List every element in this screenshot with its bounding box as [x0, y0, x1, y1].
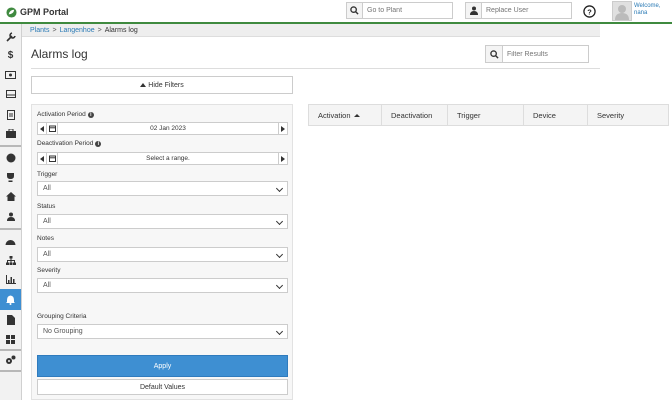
user-icon[interactable]	[0, 206, 21, 227]
cogs-icon[interactable]	[0, 349, 21, 370]
severity-label: Severity	[37, 267, 61, 274]
bell-icon[interactable]	[0, 289, 21, 310]
triangle-left-icon	[40, 155, 44, 162]
triangle-left-icon	[40, 125, 44, 132]
triangle-right-icon	[281, 155, 285, 162]
triangle-right-icon	[281, 125, 285, 132]
activation-period-label: Activation Period i	[37, 111, 94, 118]
user-icon[interactable]	[465, 2, 482, 19]
info-icon: i	[87, 111, 94, 118]
welcome-text: Welcome,	[634, 3, 661, 9]
help-icon[interactable]: ?	[583, 5, 596, 18]
page-title: Alarms log	[31, 47, 88, 61]
default-values-button[interactable]: Default Values	[37, 379, 288, 395]
breadcrumb-current: Alarms log	[104, 26, 138, 34]
plant-search-input[interactable]	[363, 2, 453, 19]
column-activation[interactable]: Activation	[309, 105, 382, 125]
document-icon[interactable]	[0, 309, 21, 330]
next-period-button[interactable]	[278, 152, 288, 165]
alarms-table-header: Activation Deactivation Trigger Device S…	[308, 104, 669, 126]
brand[interactable]: GPM Portal	[6, 5, 69, 19]
column-trigger[interactable]: Trigger	[448, 105, 524, 125]
tickets-icon[interactable]	[0, 64, 21, 85]
chevron-down-icon	[275, 184, 284, 193]
deactivation-period-picker: Select a range.	[37, 152, 288, 165]
user-menu[interactable]: Welcome, nana	[612, 1, 661, 21]
filters-panel: Activation Period i 02 Jan 2023 Deactivat…	[31, 104, 293, 400]
globe-icon[interactable]	[0, 147, 21, 168]
top-bar: GPM Portal ? Welcome, nana	[0, 0, 672, 24]
dashboard-icon[interactable]	[0, 230, 21, 251]
caret-up-icon	[140, 83, 147, 87]
chevron-down-icon	[275, 327, 284, 336]
wrench-icon[interactable]	[0, 26, 21, 47]
replace-user	[465, 2, 572, 19]
sidebar: $	[0, 24, 22, 400]
search-icon[interactable]	[346, 2, 363, 19]
activation-period-picker: 02 Jan 2023	[37, 122, 288, 135]
trigger-select[interactable]: All	[37, 181, 288, 196]
column-deactivation[interactable]: Deactivation	[382, 105, 448, 125]
notes-select[interactable]: All	[37, 247, 288, 262]
apply-button[interactable]: Apply	[37, 355, 288, 377]
hide-filters-label: Hide Filters	[148, 81, 184, 89]
severity-value: All	[43, 282, 51, 289]
avatar	[612, 1, 632, 21]
sidebar-divider	[0, 370, 21, 372]
title-divider	[31, 68, 600, 69]
filter-results-input[interactable]	[503, 45, 589, 63]
breadcrumb-plants[interactable]: Plants	[30, 27, 49, 34]
grid-icon[interactable]	[0, 329, 21, 350]
info-icon: i	[95, 140, 102, 147]
briefcase-icon[interactable]	[0, 123, 21, 144]
trigger-value: All	[43, 185, 51, 192]
severity-select[interactable]: All	[37, 278, 288, 293]
chevron-down-icon	[275, 250, 284, 259]
username: nana	[634, 10, 648, 16]
chevron-down-icon	[275, 281, 284, 290]
prev-period-button[interactable]	[37, 152, 47, 165]
sitemap-icon[interactable]	[0, 250, 21, 271]
hide-filters-button[interactable]: Hide Filters	[31, 76, 293, 94]
dollar-icon[interactable]: $	[0, 45, 21, 66]
app-title: GPM Portal	[20, 7, 69, 17]
column-severity[interactable]: Severity	[588, 105, 668, 125]
sort-asc-icon	[353, 113, 360, 117]
calendar-icon[interactable]	[47, 122, 58, 135]
trophy-icon[interactable]	[0, 167, 21, 188]
breadcrumb-plant[interactable]: Langenhoe	[60, 27, 95, 34]
leaf-logo-icon	[6, 6, 17, 18]
inbox-icon[interactable]	[0, 83, 21, 104]
activation-period-value[interactable]: 02 Jan 2023	[58, 122, 278, 135]
breadcrumb: Plants > Langenhoe > Alarms log	[22, 24, 600, 37]
trigger-label: Trigger	[37, 171, 58, 178]
chevron-down-icon	[275, 217, 284, 226]
deactivation-period-label: Deactivation Period i	[37, 140, 102, 147]
deactivation-period-value[interactable]: Select a range.	[58, 152, 278, 165]
grouping-criteria-value: No Grouping	[43, 328, 83, 335]
chevron-right-icon: >	[52, 26, 57, 34]
replace-user-input[interactable]	[482, 2, 572, 19]
svg-text:?: ?	[587, 7, 592, 16]
status-select[interactable]: All	[37, 214, 288, 229]
grouping-criteria-select[interactable]: No Grouping	[37, 324, 288, 339]
notes-label: Notes	[37, 235, 54, 242]
grouping-criteria-label: Grouping Criteria	[37, 313, 87, 320]
status-value: All	[43, 218, 51, 225]
chevron-right-icon: >	[97, 26, 102, 34]
notes-value: All	[43, 251, 51, 258]
search-icon[interactable]	[485, 45, 503, 63]
column-device[interactable]: Device	[524, 105, 588, 125]
bar-chart-icon[interactable]	[0, 269, 21, 290]
plant-search	[346, 2, 453, 19]
home-icon[interactable]	[0, 186, 21, 207]
status-label: Status	[37, 203, 56, 210]
calendar-icon[interactable]	[47, 152, 58, 165]
filter-results	[485, 45, 589, 63]
next-period-button[interactable]	[278, 122, 288, 135]
report-icon[interactable]	[0, 104, 21, 125]
prev-period-button[interactable]	[37, 122, 47, 135]
